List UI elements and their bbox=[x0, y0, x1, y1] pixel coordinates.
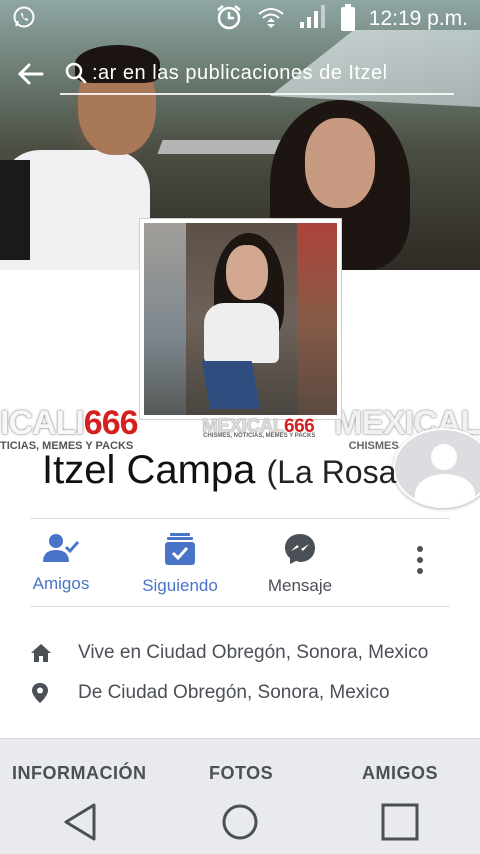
info-lives-in: Vive en Ciudad Obregón, Sonora, Mexico bbox=[30, 638, 460, 668]
profile-name-text: Itzel Campa bbox=[42, 448, 256, 492]
battery-icon bbox=[340, 4, 355, 31]
back-button[interactable] bbox=[0, 52, 60, 96]
tab-informacion[interactable]: INFORMACIÓN bbox=[12, 763, 147, 784]
following-button[interactable]: Siguiendo bbox=[125, 520, 235, 606]
location-pin-icon bbox=[30, 682, 78, 704]
nav-back-button[interactable] bbox=[50, 797, 110, 847]
whatsapp-icon bbox=[12, 6, 36, 33]
back-triangle-icon bbox=[64, 803, 96, 841]
watermark-center-tagline: CHISMES, NOTICIAS, MEMES Y PACKS bbox=[203, 433, 316, 439]
profile-picture[interactable] bbox=[139, 218, 342, 420]
search-input[interactable]: :ar en las publicaciones de Itzel bbox=[60, 53, 454, 95]
back-arrow-icon bbox=[17, 63, 44, 85]
status-time: 12:19 p.m. bbox=[368, 7, 468, 30]
alarm-icon bbox=[215, 3, 243, 36]
home-icon bbox=[30, 643, 78, 663]
profile-name: Itzel Campa (La Rosa bbox=[42, 448, 396, 493]
profile-tabs: INFORMACIÓN FOTOS AMIGOS bbox=[0, 738, 480, 792]
messenger-icon bbox=[285, 534, 315, 564]
search-query: :ar en las publicaciones de Itzel bbox=[92, 61, 388, 84]
divider bbox=[30, 606, 450, 607]
tab-fotos[interactable]: FOTOS bbox=[209, 763, 273, 784]
friends-label: Amigos bbox=[32, 574, 90, 593]
watermark-left: ICALI666 bbox=[0, 404, 139, 442]
recents-square-icon bbox=[381, 803, 419, 841]
data-transfer-icon bbox=[257, 5, 285, 34]
info-from: De Ciudad Obregón, Sonora, Mexico bbox=[30, 678, 460, 708]
nav-recents-button[interactable] bbox=[370, 797, 430, 847]
cover-table bbox=[157, 140, 283, 154]
system-nav-bar bbox=[0, 790, 480, 854]
divider bbox=[30, 518, 450, 519]
lives-in-text: Vive en Ciudad Obregón, Sonora, Mexico bbox=[78, 642, 429, 663]
following-label: Siguiendo bbox=[142, 576, 218, 595]
message-button[interactable]: Mensaje bbox=[245, 520, 355, 606]
more-vertical-icon bbox=[417, 546, 423, 574]
following-check-icon bbox=[165, 533, 195, 565]
friends-button[interactable]: Amigos bbox=[6, 520, 116, 606]
home-circle-icon bbox=[222, 804, 258, 840]
message-label: Mensaje bbox=[267, 576, 333, 595]
more-options-button[interactable] bbox=[405, 530, 435, 590]
status-bar: 12:19 p.m. bbox=[0, 0, 480, 38]
profile-photo bbox=[144, 223, 337, 415]
nav-home-button[interactable] bbox=[210, 797, 270, 847]
friends-check-icon bbox=[43, 534, 80, 562]
tab-amigos[interactable]: AMIGOS bbox=[362, 763, 438, 784]
from-text: De Ciudad Obregón, Sonora, Mexico bbox=[78, 682, 390, 703]
signal-icon bbox=[299, 4, 327, 34]
cover-person-face bbox=[305, 118, 375, 208]
search-bar: :ar en las publicaciones de Itzel bbox=[0, 52, 480, 96]
search-icon bbox=[60, 62, 92, 84]
avatar[interactable] bbox=[393, 428, 480, 508]
cover-person-arm bbox=[0, 160, 30, 260]
profile-nickname: (La Rosa bbox=[266, 454, 397, 490]
